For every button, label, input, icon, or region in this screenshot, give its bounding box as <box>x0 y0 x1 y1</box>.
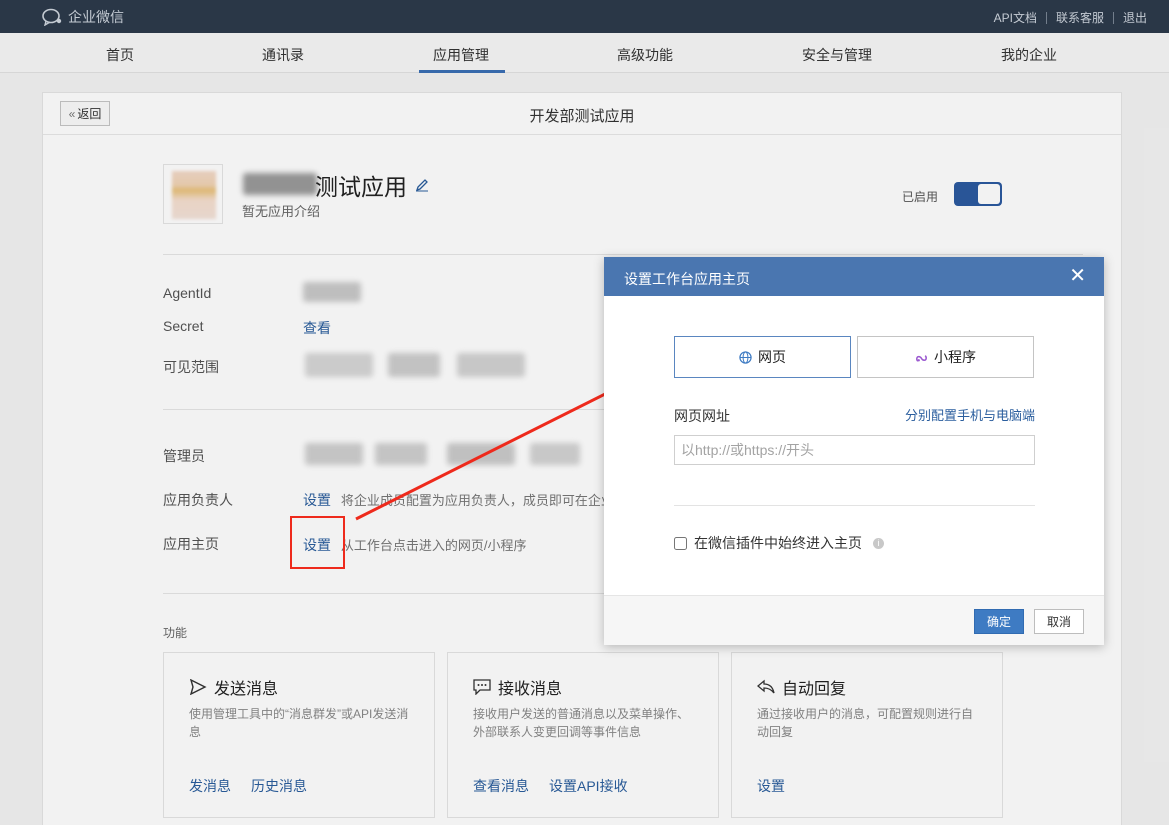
always-enter-homepage-option[interactable]: 在微信插件中始终进入主页 i <box>674 533 884 553</box>
logo[interactable]: 企业微信 <box>42 7 124 27</box>
nav-item-app-management[interactable]: 应用管理 <box>433 45 489 65</box>
view-messages-link[interactable]: 查看消息 <box>473 776 529 796</box>
card-title: 接收消息 <box>473 675 562 699</box>
wecom-logo-icon <box>42 8 62 26</box>
feature-card-receive: 接收消息 接收用户发送的普通消息以及菜单操作、外部联系人变更回调等事件信息 查看… <box>447 652 719 818</box>
cancel-button[interactable]: 取消 <box>1034 609 1084 634</box>
nav-item-contacts[interactable]: 通讯录 <box>262 45 304 65</box>
nav-item-advanced[interactable]: 高级功能 <box>617 45 673 65</box>
owner-set-link[interactable]: 设置 <box>303 492 331 508</box>
split-config-link[interactable]: 分别配置手机与电脑端 <box>905 405 1035 424</box>
page-title: 开发部测试应用 <box>529 108 635 125</box>
dialog-footer: 确定 取消 <box>604 595 1104 645</box>
top-bar: 企业微信 API文档 联系客服 退出 <box>0 0 1169 33</box>
divider <box>163 254 1083 255</box>
url-input[interactable] <box>674 435 1035 465</box>
logout-link[interactable]: 退出 <box>1123 9 1147 26</box>
dialog-title: 设置工作台应用主页 <box>624 271 750 287</box>
card-title-text: 自动回复 <box>782 681 847 698</box>
card-description: 通过接收用户的消息，可配置规则进行自动回复 <box>757 707 974 739</box>
enable-toggle[interactable] <box>954 182 1002 206</box>
owner-hint: 将企业成员配置为应用负责人，成员即可在企业 <box>340 493 614 508</box>
autoreply-set-link[interactable]: 设置 <box>757 776 785 796</box>
app-name-text: 测试应用 <box>315 174 407 200</box>
owner-label: 应用负责人 <box>163 492 233 508</box>
card-links: 发消息 历史消息 <box>189 776 307 796</box>
owner-row: 设置 将企业成员配置为应用负责人，成员即可在企业 <box>303 490 614 510</box>
card-title: 发送消息 <box>189 675 278 699</box>
app-name: 测试应用 <box>315 168 429 202</box>
redacted-admin <box>447 443 515 465</box>
redacted-admin <box>530 443 580 465</box>
checkbox-label: 在微信插件中始终进入主页 <box>694 535 862 551</box>
dialog-header: 设置工作台应用主页 ✕ <box>604 257 1104 296</box>
send-message-link[interactable]: 发消息 <box>189 776 231 796</box>
tab-webpage[interactable]: 网页 <box>674 336 851 378</box>
tab-miniprogram-label: 小程序 <box>934 349 976 365</box>
visible-scope-label: 可见范围 <box>163 359 219 375</box>
globe-icon <box>739 350 752 364</box>
features-section-label: 功能 <box>163 626 188 640</box>
dialog-divider <box>674 505 1035 506</box>
redacted-agentid <box>303 282 361 302</box>
always-enter-homepage-checkbox[interactable] <box>674 536 687 550</box>
agentid-label: AgentId <box>163 285 212 301</box>
panel-header: « 返回 开发部测试应用 <box>43 93 1121 135</box>
nav-item-security[interactable]: 安全与管理 <box>802 45 872 65</box>
app-icon-image <box>172 171 216 219</box>
card-description: 接收用户发送的普通消息以及菜单操作、外部联系人变更回调等事件信息 <box>473 707 690 739</box>
card-title-text: 发送消息 <box>214 681 279 698</box>
confirm-button[interactable]: 确定 <box>974 609 1024 634</box>
redacted-member <box>305 353 373 377</box>
redacted-admin <box>375 443 427 465</box>
top-links: API文档 联系客服 退出 <box>994 9 1147 26</box>
tab-miniprogram[interactable]: 小程序 <box>857 336 1034 378</box>
chat-icon <box>473 679 491 695</box>
nav-active-indicator <box>419 70 505 73</box>
nav-item-my-enterprise[interactable]: 我的企业 <box>1001 45 1057 65</box>
set-api-receive-link[interactable]: 设置API接收 <box>549 776 628 796</box>
feature-card-autoreply: 自动回复 通过接收用户的消息，可配置规则进行自动回复 设置 <box>731 652 1003 818</box>
app-description: 暂无应用介绍 <box>242 204 321 219</box>
redacted-member <box>388 353 440 377</box>
send-icon <box>189 679 207 695</box>
card-title: 自动回复 <box>757 675 846 699</box>
close-icon[interactable]: ✕ <box>1069 266 1086 286</box>
homepage-hint: 从工作台点击进入的网页/小程序 <box>340 538 527 553</box>
homepage-settings-dialog: 设置工作台应用主页 ✕ 网页 小程序 网页网址 分别配置手机与电脑端 在微信插件… <box>604 257 1104 645</box>
logo-text: 企业微信 <box>68 9 124 25</box>
tab-webpage-label: 网页 <box>758 349 786 365</box>
redacted-member <box>457 353 525 377</box>
admin-label: 管理员 <box>163 448 205 464</box>
separator <box>1112 11 1114 24</box>
toggle-knob <box>978 184 1000 204</box>
info-icon[interactable]: i <box>873 537 884 549</box>
history-message-link[interactable]: 历史消息 <box>251 776 307 796</box>
secret-label: Secret <box>163 318 204 334</box>
miniprogram-icon <box>916 354 927 362</box>
api-docs-link[interactable]: API文档 <box>994 9 1037 26</box>
nav-item-home[interactable]: 首页 <box>106 45 134 65</box>
status-label: 已启用 <box>902 190 939 204</box>
card-links: 设置 <box>757 776 785 796</box>
edit-pencil-icon[interactable] <box>415 178 429 192</box>
reply-icon <box>757 679 775 694</box>
secret-view-link[interactable]: 查看 <box>303 318 331 338</box>
redacted-admin <box>305 443 363 465</box>
card-description: 使用管理工具中的“消息群发”或API发送消息 <box>189 707 409 739</box>
app-icon[interactable] <box>163 164 223 224</box>
url-label: 网页网址 <box>674 408 730 424</box>
feature-card-send: 发送消息 使用管理工具中的“消息群发”或API发送消息 发消息 历史消息 <box>163 652 435 818</box>
redacted-app-name <box>243 173 317 195</box>
separator <box>1045 11 1047 24</box>
card-title-text: 接收消息 <box>498 681 563 698</box>
card-links: 查看消息 设置API接收 <box>473 776 628 796</box>
annotation-highlight-box <box>290 516 345 569</box>
main-nav: 首页 通讯录 应用管理 高级功能 安全与管理 我的企业 <box>0 33 1169 73</box>
homepage-label: 应用主页 <box>163 536 219 552</box>
contact-support-link[interactable]: 联系客服 <box>1056 9 1104 26</box>
